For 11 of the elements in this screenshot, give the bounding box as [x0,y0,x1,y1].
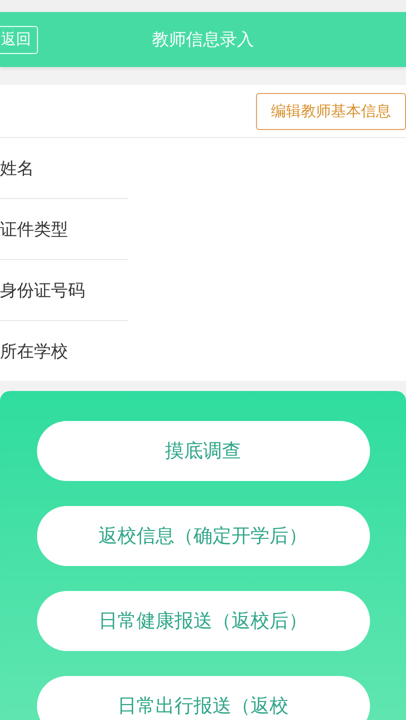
action-button[interactable]: 摸底调查 [36,421,370,481]
field-label: 姓名 [0,158,34,180]
page-title: 教师信息录入 [152,29,254,51]
edit-info-button[interactable]: 编辑教师基本信息 [256,92,406,130]
field-label: 身份证号码 [0,280,85,302]
back-button[interactable]: 返回 [0,26,38,54]
action-button[interactable]: 日常出行报送（返校 [36,676,370,720]
action-button[interactable]: 日常健康报送（返校后） [36,591,370,651]
field-label: 证件类型 [0,218,68,240]
field-label: 所在学校 [0,340,68,362]
action-button[interactable]: 返校信息（确定开学后） [36,506,370,566]
